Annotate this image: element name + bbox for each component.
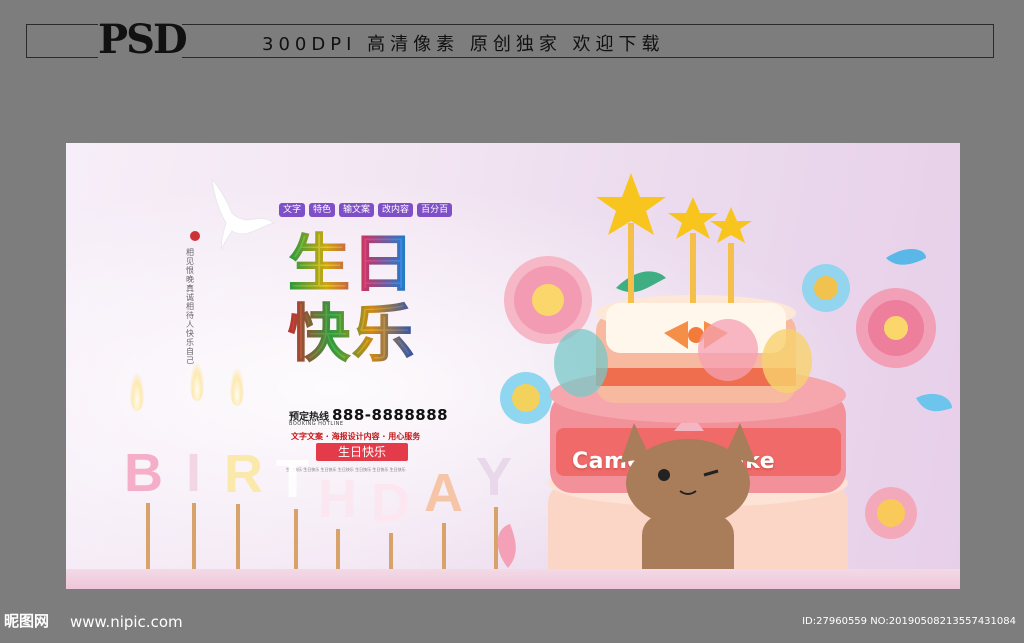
tag: 改内容 <box>378 203 414 217</box>
candle-letter: A <box>424 463 463 523</box>
candle-letter: B <box>124 443 163 503</box>
services-line: 文字文案 · 海报设计内容 · 用心服务 <box>291 432 421 441</box>
watermark-url: www.nipic.com <box>70 613 183 631</box>
tag: 文字 <box>279 203 306 217</box>
seal-stamp <box>190 231 200 241</box>
psd-logo: PSD <box>98 16 188 64</box>
cat-icon <box>620 423 756 589</box>
ribbon-banner: 生日快乐 <box>316 443 408 461</box>
tag: 特色 <box>309 203 336 217</box>
birthday-poster: 相见恨晚 真诚相待 人快乐自己 文字 特色 输文案 改内容 百分百 生日 快乐 … <box>66 143 960 589</box>
hotline-number: 888-8888888 <box>332 406 449 424</box>
header-tagline: 300DPI 高清像素 原创独家 欢迎下载 <box>262 34 665 55</box>
candle-letter: D <box>371 473 410 533</box>
flame <box>130 373 144 411</box>
tag-row: 文字 特色 输文案 改内容 百分百 <box>279 203 453 217</box>
tag: 输文案 <box>339 203 375 217</box>
watermark-brand: 昵图网 <box>4 612 50 630</box>
balloon <box>554 329 608 397</box>
dove-icon <box>211 177 276 251</box>
flame <box>190 363 204 401</box>
watermark-id: ID:27960559 NO:20190508213557431084 <box>802 616 1016 627</box>
candle-letter: R <box>224 444 263 504</box>
balloon <box>762 329 812 393</box>
tag: 百分百 <box>417 203 453 217</box>
poster-floor <box>66 569 960 589</box>
candle-letter: H <box>318 469 357 529</box>
candle-letter: T <box>276 449 309 509</box>
vertical-slogan: 相见恨晚 真诚相待 人快乐自己 <box>186 248 194 365</box>
title-line-1: 生日 <box>287 227 417 300</box>
balloon <box>698 319 758 381</box>
candle-letter: I <box>186 443 202 503</box>
flame <box>230 368 244 406</box>
title-line-2: 快乐 <box>287 297 417 370</box>
